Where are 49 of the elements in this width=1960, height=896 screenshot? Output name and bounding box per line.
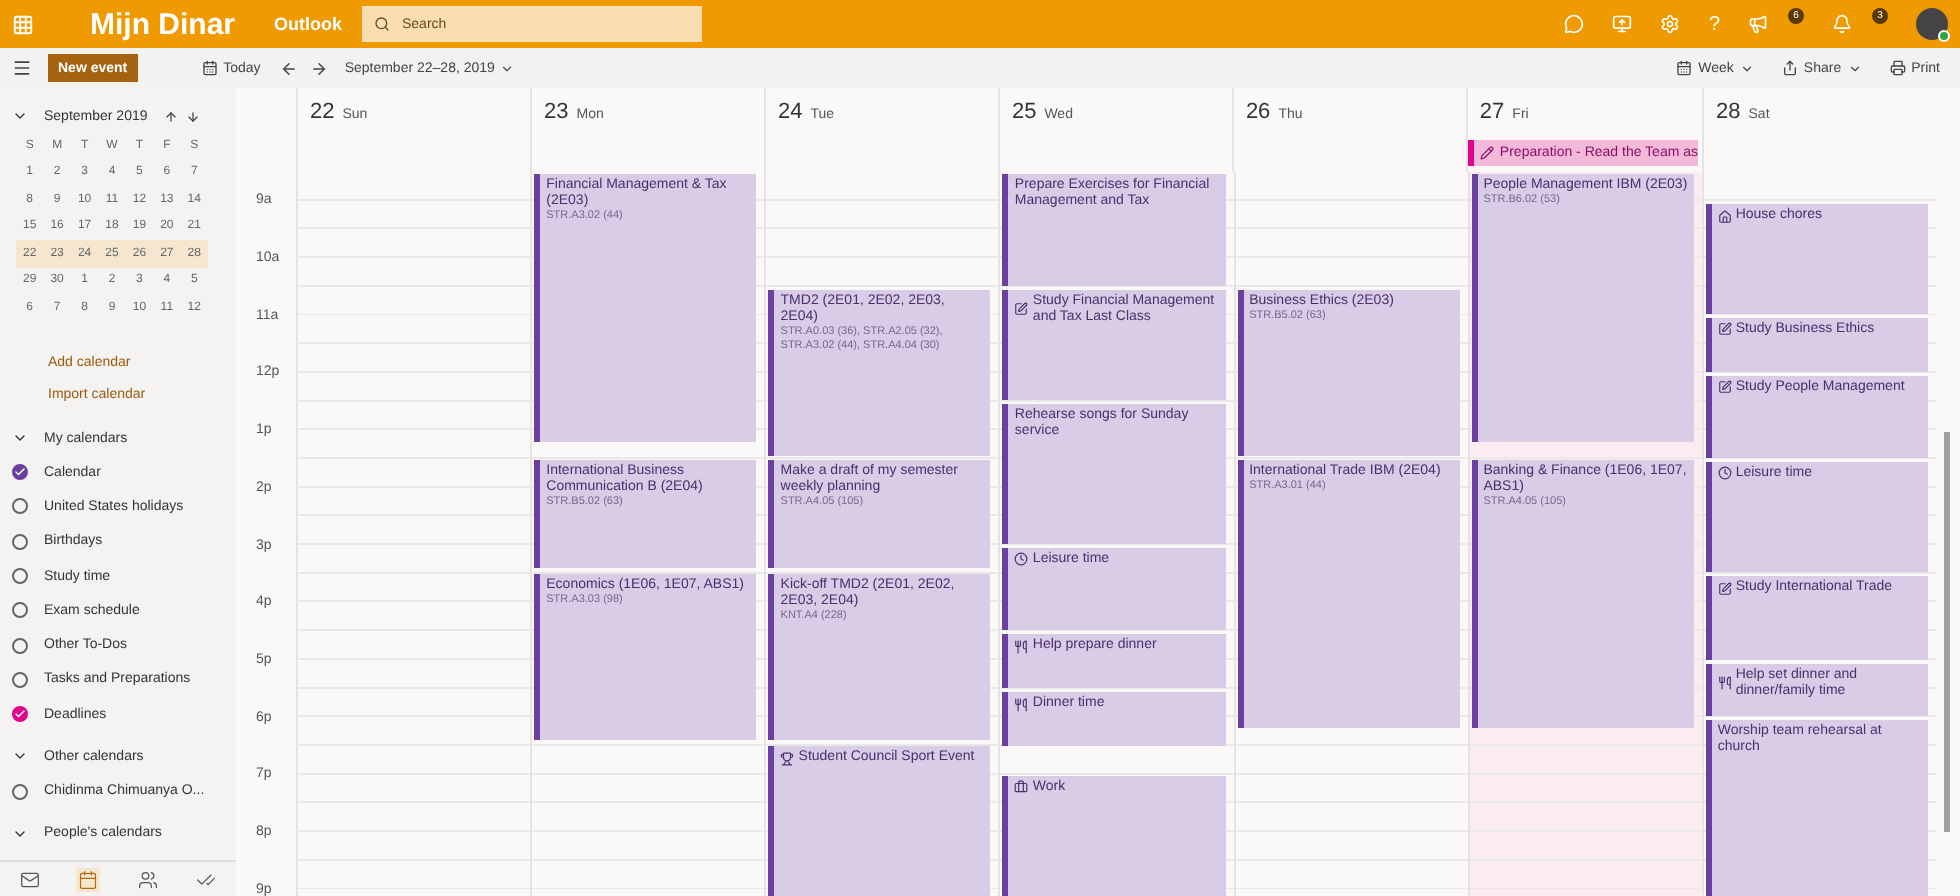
- utensils-icon: [1014, 638, 1029, 655]
- day-number: 24: [777, 100, 803, 124]
- calendar-icon: [1676, 60, 1693, 76]
- pencil-icon: [1479, 146, 1494, 160]
- search-icon: [374, 16, 390, 32]
- arrow-right-icon[interactable]: [310, 59, 329, 77]
- arrow-left-icon[interactable]: [280, 59, 299, 77]
- arrow-up-icon[interactable]: [164, 109, 178, 123]
- chevron-icon: [12, 430, 28, 446]
- app-title: Mijn Dinar: [90, 7, 238, 41]
- day-number: 23: [543, 100, 569, 124]
- edit-note-icon: [1717, 379, 1732, 396]
- chevron-down-icon[interactable]: [12, 108, 28, 124]
- day-number: 27: [1479, 100, 1505, 124]
- clock-icon: [1014, 551, 1029, 568]
- avatar[interactable]: [1916, 8, 1948, 40]
- calendar-checkbox[interactable]: [12, 706, 28, 723]
- calendar-checkbox[interactable]: [12, 464, 28, 481]
- clock-icon: [1717, 465, 1732, 482]
- chevron-down-icon: [500, 61, 515, 75]
- chevron-down-icon: [1739, 61, 1754, 75]
- calendar-checkbox[interactable]: [12, 533, 28, 550]
- house-icon: [1717, 208, 1732, 225]
- calendar-checkbox[interactable]: [12, 498, 28, 515]
- calendar-checkbox[interactable]: [12, 637, 28, 654]
- utensils-icon: [1014, 696, 1029, 713]
- share-icon: [1781, 60, 1798, 76]
- day-number: 28: [1716, 100, 1741, 124]
- mail-icon[interactable]: [17, 867, 42, 891]
- briefcase-icon: [1014, 779, 1029, 796]
- brand-label: Outlook: [274, 14, 342, 34]
- chevron-down-icon: [1847, 61, 1862, 75]
- trophy-icon: [780, 750, 795, 766]
- calendar-checkbox[interactable]: [12, 602, 28, 619]
- day-number: 22: [310, 100, 335, 124]
- calendar-checkbox[interactable]: [12, 783, 28, 800]
- printer-icon: [1889, 60, 1906, 76]
- day-number: 26: [1245, 100, 1271, 124]
- calendar-icon: [201, 60, 218, 76]
- arrow-down-icon[interactable]: [186, 109, 200, 123]
- scrollbar-thumb[interactable]: [1944, 432, 1950, 832]
- calendar-icon[interactable]: [76, 867, 101, 891]
- day-number: 25: [1011, 100, 1037, 124]
- menu-icon[interactable]: [12, 58, 32, 78]
- people-icon[interactable]: [135, 867, 160, 891]
- calendar-checkbox[interactable]: [12, 671, 28, 688]
- edit-note-icon: [1717, 321, 1732, 338]
- edit-note-icon: [1717, 580, 1732, 597]
- calendar-checkbox[interactable]: [12, 568, 28, 585]
